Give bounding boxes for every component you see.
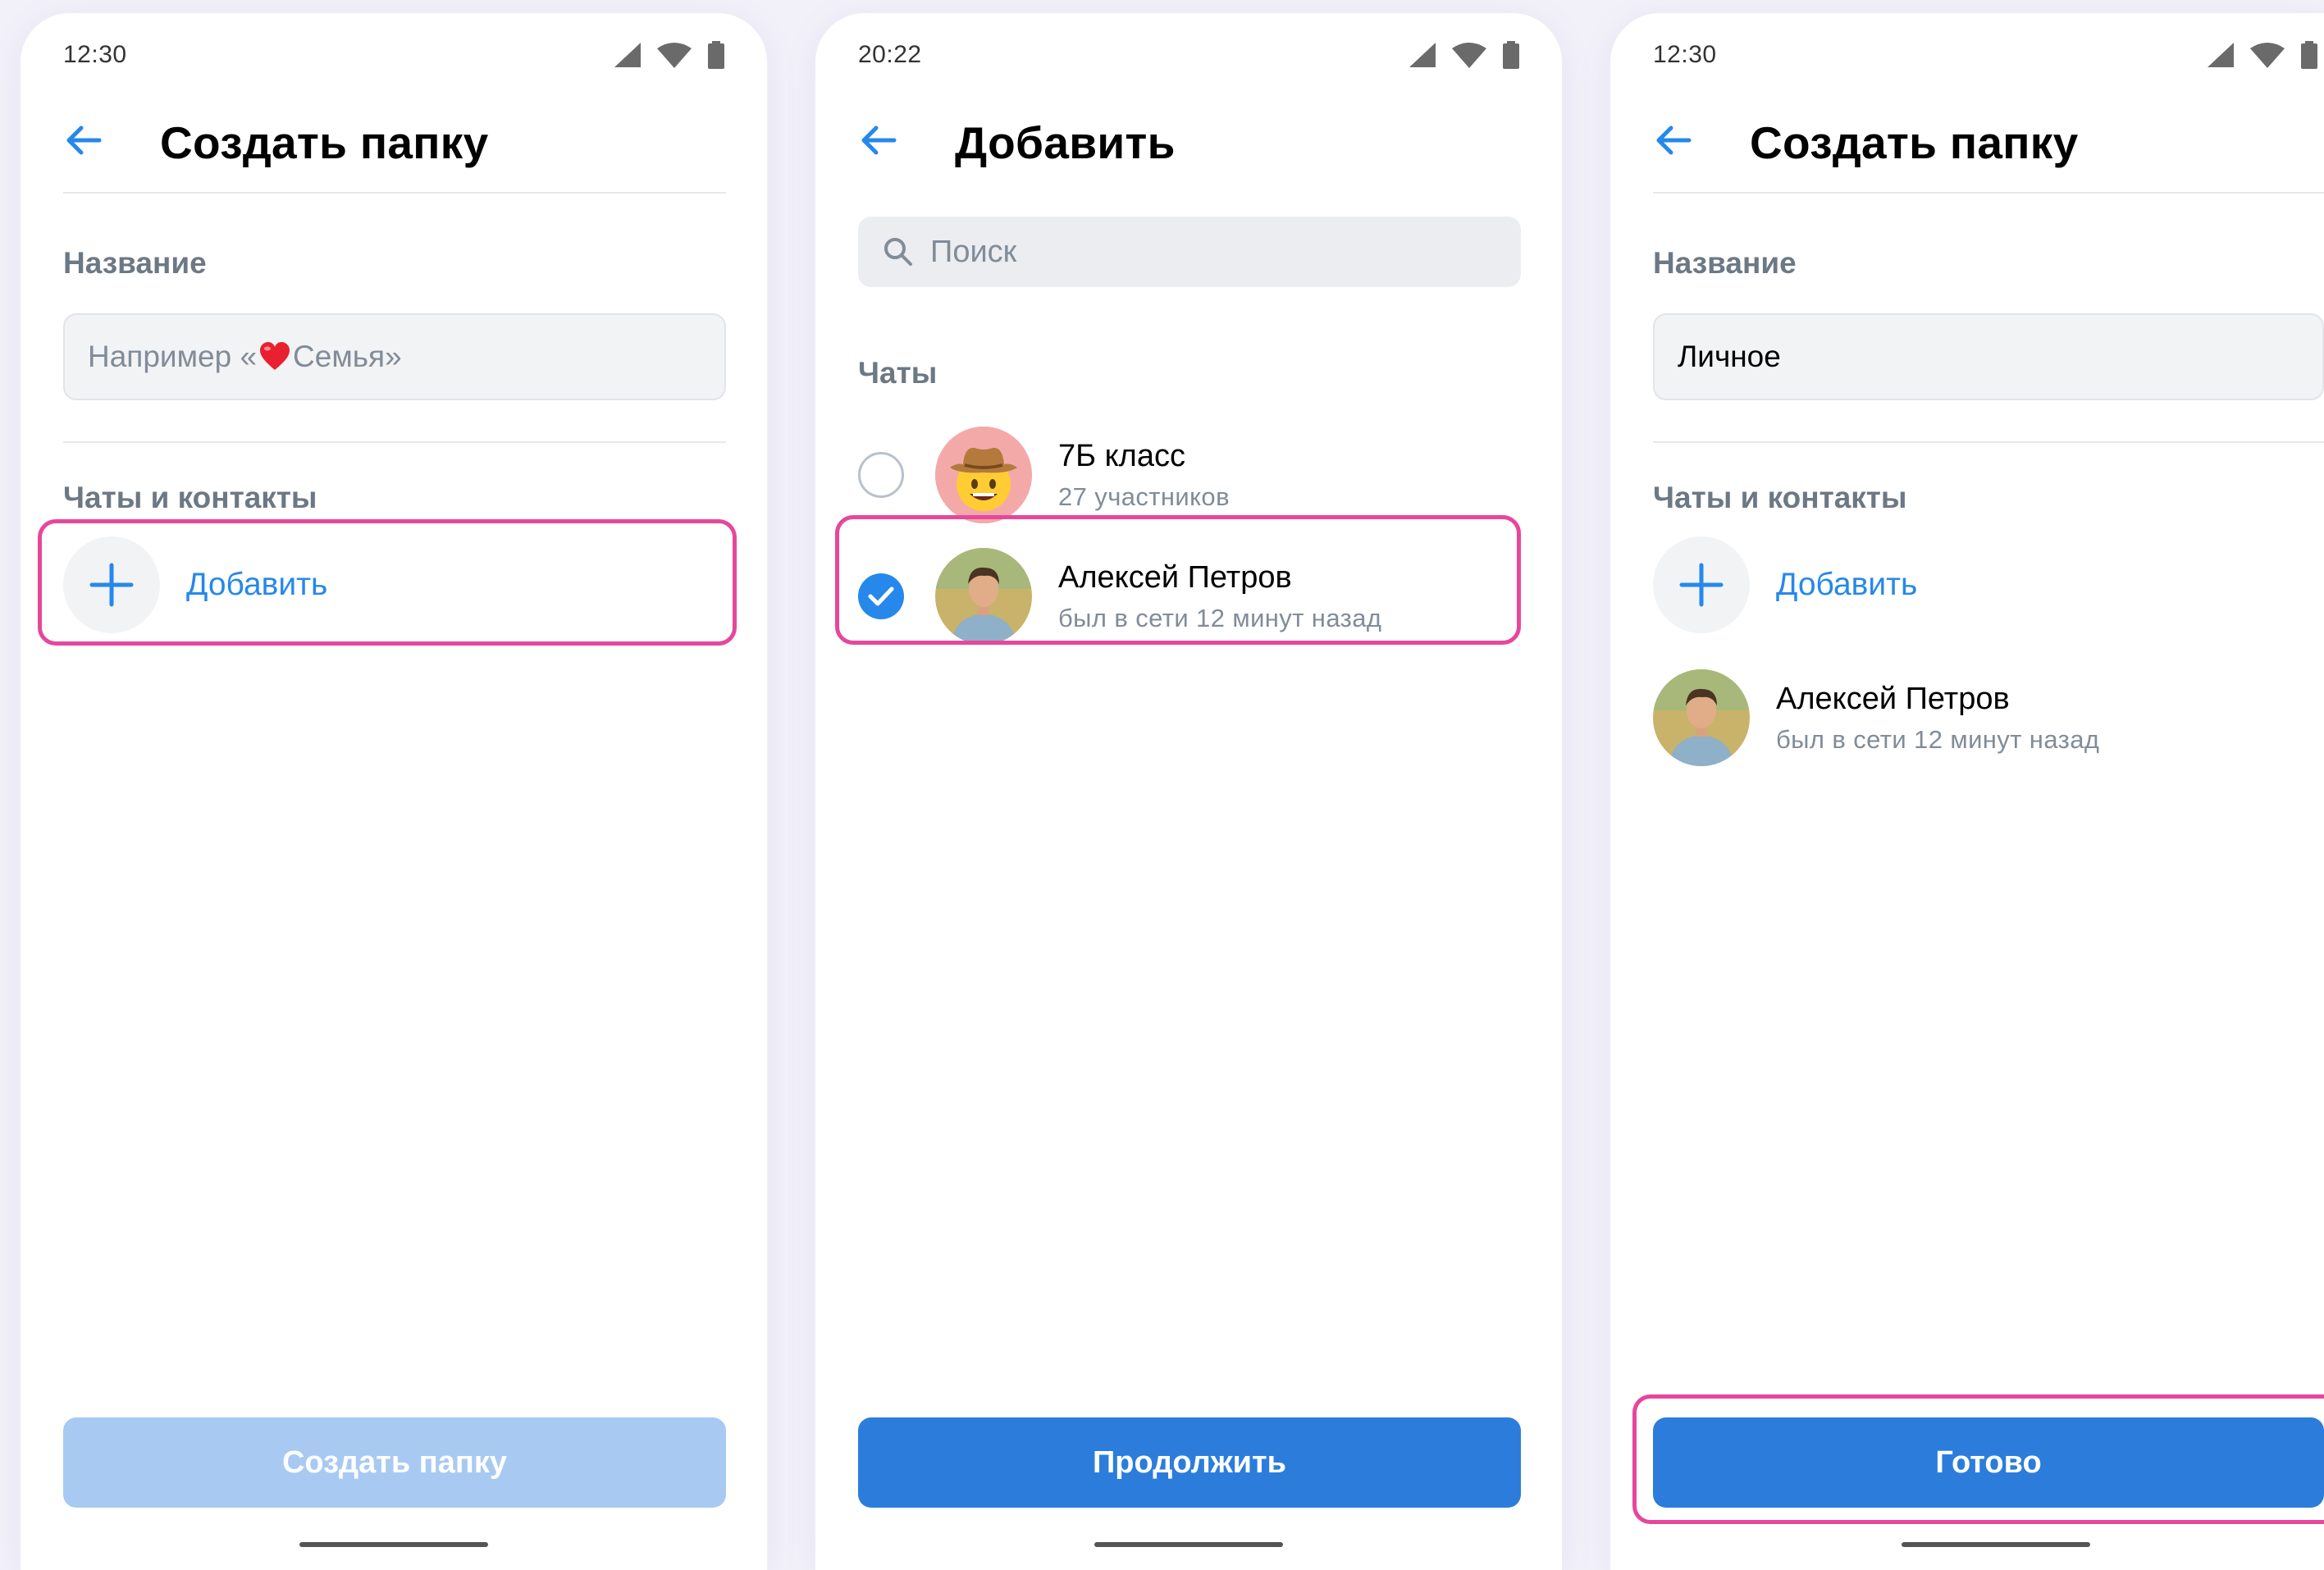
chats-contacts-label: Чаты и контакты — [63, 481, 317, 514]
add-contacts-button[interactable]: Добавить — [1653, 536, 1917, 633]
status-time: 12:30 — [63, 41, 127, 68]
system-icons — [2208, 41, 2317, 69]
folder-name-input[interactable]: Личное — [1653, 313, 2324, 400]
wifi-icon — [2250, 43, 2285, 68]
home-indicator — [1902, 1542, 2090, 1547]
placeholder-text-tail: Семья» — [293, 340, 402, 373]
search-placeholder: Поиск — [930, 234, 1017, 269]
back-arrow-icon[interactable] — [1653, 120, 1694, 161]
cellular-signal-icon — [614, 43, 641, 67]
page-title: Добавить — [955, 117, 1176, 168]
chat-name: 7Б класс — [1058, 438, 1185, 473]
chats-label: Чаты — [858, 356, 938, 390]
cowboy-emoji-icon — [935, 427, 1032, 523]
chat-row-7b[interactable]: 7Б класс 27 участников — [858, 425, 1521, 525]
highlight-frame — [1632, 1394, 2324, 1524]
search-input[interactable]: Поиск — [858, 217, 1521, 287]
plus-icon — [1653, 536, 1750, 633]
chat-subtitle: 27 участников — [1058, 481, 1230, 511]
continue-button[interactable]: Продолжить — [858, 1417, 1521, 1508]
system-icons — [614, 41, 724, 69]
contact-row[interactable]: Алексей Петров был в сети 12 минут назад — [1653, 668, 2283, 768]
heart-emoji-icon — [260, 342, 290, 370]
back-arrow-icon[interactable] — [858, 120, 899, 161]
create-folder-button[interactable]: Создать папку — [63, 1417, 726, 1508]
cellular-signal-icon — [2208, 43, 2234, 67]
avatar — [1653, 669, 1750, 766]
system-icons — [1409, 41, 1519, 69]
battery-icon — [2301, 41, 2317, 69]
name-label: Название — [1653, 246, 1797, 280]
page-title: Создать папку — [1750, 117, 2079, 168]
contact-subtitle: был в сети 12 минут назад — [1776, 724, 2100, 754]
cellular-signal-icon — [1409, 43, 1436, 67]
phone-screen-create-folder-filled: 12:30 Создать папку Название Личное Чаты… — [1610, 13, 2324, 1570]
search-icon — [884, 238, 912, 266]
back-arrow-icon[interactable] — [63, 120, 104, 161]
status-time: 12:30 — [1653, 41, 1717, 68]
wifi-icon — [657, 43, 692, 68]
divider — [1653, 192, 2324, 194]
divider — [1653, 441, 2324, 443]
home-indicator — [299, 1542, 488, 1547]
folder-name-value: Личное — [1678, 340, 1781, 373]
add-label: Добавить — [1776, 567, 1918, 602]
status-time: 20:22 — [858, 41, 922, 68]
page-title: Создать папку — [160, 117, 489, 168]
phone-screen-add-chats: 20:22 Добавить Поиск Чаты 7Б класс 27 уч… — [815, 13, 1562, 1570]
name-label: Название — [63, 246, 207, 280]
folder-name-input[interactable]: Например « Семья» — [63, 313, 726, 400]
home-indicator — [1094, 1542, 1283, 1547]
placeholder-text: Например « — [88, 340, 258, 373]
radio-unchecked[interactable] — [858, 452, 904, 498]
highlight-frame — [38, 519, 737, 646]
divider — [63, 441, 726, 443]
battery-icon — [708, 41, 724, 69]
phone-screen-create-folder: 12:30 Создать папку Название Например « … — [21, 13, 767, 1570]
divider — [63, 192, 726, 194]
wifi-icon — [1452, 43, 1486, 68]
battery-icon — [1503, 41, 1519, 69]
contact-name: Алексей Петров — [1776, 681, 2010, 716]
highlight-frame — [835, 515, 1521, 645]
chats-contacts-label: Чаты и контакты — [1653, 481, 1907, 514]
